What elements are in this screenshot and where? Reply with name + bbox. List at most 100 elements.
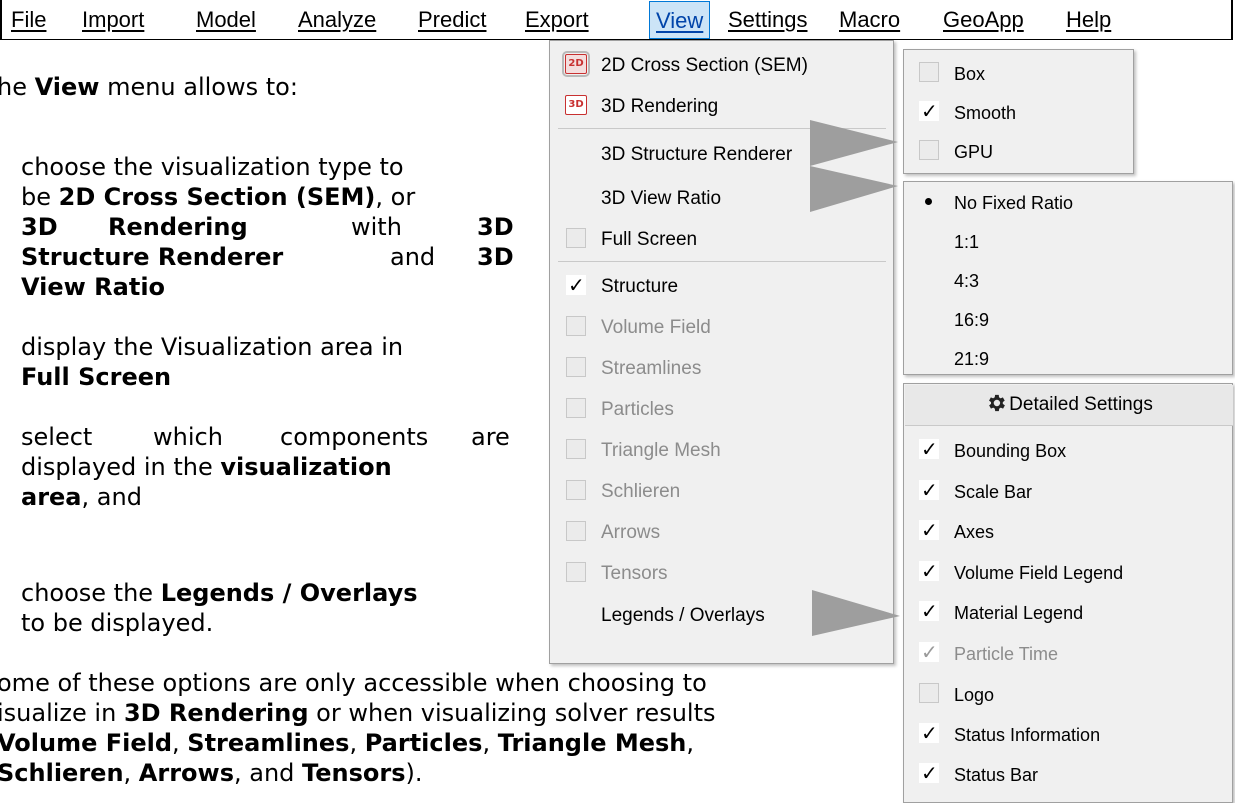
checkbox xyxy=(566,316,586,336)
menu-item-label: No Fixed Ratio xyxy=(954,193,1074,213)
checkbox[interactable]: ✓ xyxy=(919,761,939,785)
menu-item-label: Logo xyxy=(954,685,995,705)
checkbox[interactable]: ✓ xyxy=(919,99,939,123)
menu-item-label: Particles xyxy=(601,399,674,420)
bullet-line: display the Visualization area in xyxy=(21,333,404,361)
check-icon: ✓ xyxy=(921,721,938,745)
bullet-line: displayed in the visualization xyxy=(21,453,392,481)
menu-item-label: Status Information xyxy=(954,725,1101,745)
callout-arrow-icon xyxy=(810,120,898,166)
menu-view[interactable]: View xyxy=(649,1,711,39)
checkbox[interactable]: ✓ xyxy=(919,437,939,461)
menu-bar-border xyxy=(1231,0,1233,40)
menu-analyze[interactable]: Analyze xyxy=(292,0,382,38)
overlay-scale-bar[interactable]: ✓ Scale Bar xyxy=(904,471,1232,511)
checkbox[interactable]: ✓ xyxy=(919,599,939,623)
check-icon: ✓ xyxy=(921,640,938,664)
bullet-components: select which components are displayed in… xyxy=(21,422,521,512)
check-icon: ✓ xyxy=(921,559,938,583)
menu-geoapp[interactable]: GeoApp xyxy=(937,0,1030,38)
bullet-line: be 2D Cross Section (SEM), or xyxy=(21,183,416,211)
menu-bar-border xyxy=(0,0,2,40)
menu-item-2d-cross-section[interactable]: 2D 2D Cross Section (SEM) xyxy=(551,45,892,85)
checkbox[interactable]: ✓ xyxy=(919,559,939,583)
bullet-line: choose the visualization type to xyxy=(21,153,404,181)
checkbox[interactable] xyxy=(919,683,939,703)
ratio-option-16-9[interactable]: 16:9 xyxy=(904,299,1232,339)
check-icon: ✓ xyxy=(921,437,938,461)
overlay-logo[interactable]: Logo xyxy=(904,674,1232,714)
menu-export[interactable]: Export xyxy=(519,0,595,38)
note-line: Schlieren, Arrows, and Tensors). xyxy=(0,759,423,787)
checkbox[interactable] xyxy=(919,140,939,160)
menu-item-label: Triangle Mesh xyxy=(601,440,721,461)
bullet-line: 3D Rendering with 3D xyxy=(21,213,514,241)
bullet-line: Structure Renderer and 3D xyxy=(21,243,514,271)
renderer-option-box[interactable]: Box xyxy=(904,53,1133,93)
menu-model[interactable]: Model xyxy=(190,0,262,38)
overlay-bounding-box[interactable]: ✓ Bounding Box xyxy=(904,430,1232,470)
menu-item-label: 3D Structure Renderer xyxy=(601,144,793,165)
menu-item-label: 3D View Ratio xyxy=(601,188,722,209)
menu-predict[interactable]: Predict xyxy=(412,0,492,38)
menu-separator xyxy=(558,261,886,262)
menu-item-label: 3D Rendering xyxy=(601,96,719,117)
menu-item-label: Status Bar xyxy=(954,765,1039,785)
checkbox xyxy=(566,398,586,418)
menu-import[interactable]: Import xyxy=(76,0,150,38)
menu-item-label: Legends / Overlays xyxy=(601,605,765,626)
overlay-volume-field-legend[interactable]: ✓ Volume Field Legend xyxy=(904,552,1232,592)
rendering-3d-icon: 3D xyxy=(565,95,587,115)
bullet-line: to be displayed. xyxy=(21,609,214,637)
menu-item-label: Scale Bar xyxy=(954,482,1033,502)
menu-item-label: Volume Field xyxy=(601,317,711,338)
gear-icon xyxy=(989,394,1006,412)
menu-bar: File Import Model Analyze Predict Export… xyxy=(0,0,1233,40)
ratio-option-1-1[interactable]: 1:1 xyxy=(904,221,1232,261)
menu-item-label: Smooth xyxy=(954,103,1017,123)
menu-macro[interactable]: Macro xyxy=(833,0,906,38)
overlay-status-bar[interactable]: ✓ Status Bar xyxy=(904,754,1232,794)
menu-item-label: Full Screen xyxy=(601,229,698,250)
renderer-option-gpu[interactable]: GPU xyxy=(904,131,1133,171)
check-icon: ✓ xyxy=(921,99,938,123)
overlay-status-information[interactable]: ✓ Status Information xyxy=(904,714,1232,754)
menu-settings[interactable]: Settings xyxy=(722,0,814,38)
detailed-settings-button[interactable]: Detailed Settings xyxy=(905,385,1233,426)
menu-item-volume-field: Volume Field xyxy=(551,307,892,347)
checkbox[interactable]: ✓ xyxy=(919,478,939,502)
checkbox[interactable]: ✓ xyxy=(919,721,939,745)
checkbox xyxy=(566,439,586,459)
bullet-legends: choose the Legends / Overlays to be disp… xyxy=(21,578,418,638)
menu-help[interactable]: Help xyxy=(1060,0,1117,38)
checkbox xyxy=(566,521,586,541)
menu-item-structure[interactable]: ✓ Structure xyxy=(551,266,892,306)
overlay-axes[interactable]: ✓ Axes xyxy=(904,511,1232,551)
checkbox[interactable]: ✓ xyxy=(919,518,939,542)
check-icon: ✓ xyxy=(568,273,585,297)
menu-item-label: Structure xyxy=(601,276,679,297)
note-paragraph: ome of these options are only accessible… xyxy=(0,668,716,788)
checkbox[interactable]: ✓ xyxy=(566,273,586,297)
menu-file[interactable]: File xyxy=(5,0,52,38)
cross-section-2d-icon: 2D xyxy=(562,51,590,77)
menu-item-particles: Particles xyxy=(551,389,892,429)
menu-item-label: Streamlines xyxy=(601,358,702,379)
menu-item-label: 21:9 xyxy=(954,349,990,369)
renderer-option-smooth[interactable]: ✓ Smooth xyxy=(904,92,1133,132)
ratio-option-21-9[interactable]: 21:9 xyxy=(904,338,1232,378)
ratio-option-no-fixed[interactable]: No Fixed Ratio xyxy=(904,182,1232,222)
checkbox[interactable] xyxy=(919,62,939,82)
note-line: Volume Field, Streamlines, Particles, Tr… xyxy=(0,729,694,757)
note-line: ome of these options are only accessible… xyxy=(0,669,707,697)
menu-item-schlieren: Schlieren xyxy=(551,471,892,511)
menu-item-label: Particle Time xyxy=(954,644,1059,664)
overlay-material-legend[interactable]: ✓ Material Legend xyxy=(904,592,1232,632)
menu-item-full-screen[interactable]: Full Screen xyxy=(551,219,892,259)
checkbox[interactable] xyxy=(566,228,586,248)
ratio-option-4-3[interactable]: 4:3 xyxy=(904,260,1232,300)
bullet-line: View Ratio xyxy=(21,273,166,301)
menu-item-label: 16:9 xyxy=(954,310,990,330)
check-icon: ✓ xyxy=(921,599,938,623)
view-ratio-submenu: No Fixed Ratio 1:1 4:3 16:9 21:9 xyxy=(903,181,1233,375)
